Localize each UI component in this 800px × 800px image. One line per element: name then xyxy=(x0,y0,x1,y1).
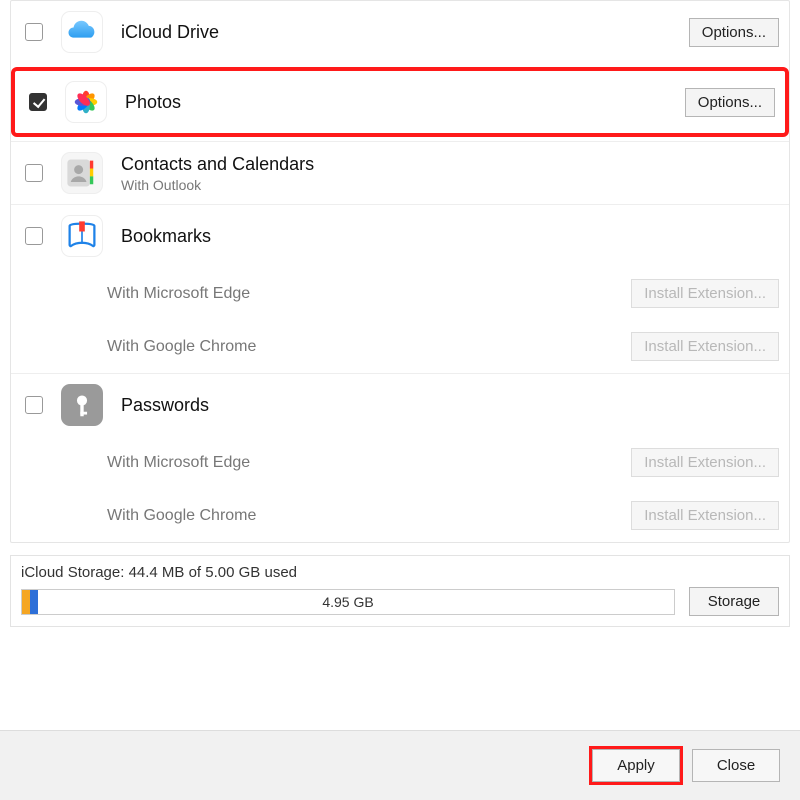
icloud-drive-icon xyxy=(61,11,103,53)
photos-icon xyxy=(65,81,107,123)
label-icloud-drive: iCloud Drive xyxy=(121,22,671,43)
passwords-chrome-row: With Google Chrome Install Extension... xyxy=(11,489,789,542)
passwords-edge-row: With Microsoft Edge Install Extension... xyxy=(11,436,789,489)
label-contacts: Contacts and Calendars With Outlook xyxy=(121,154,779,193)
label-passwords: Passwords xyxy=(121,395,779,416)
storage-bar: 4.95 GB xyxy=(21,589,675,615)
checkbox-bookmarks[interactable] xyxy=(25,227,43,245)
row-contacts: Contacts and Calendars With Outlook xyxy=(11,141,789,204)
checkbox-contacts[interactable] xyxy=(25,164,43,182)
storage-seg-photos xyxy=(22,590,30,614)
row-icloud-drive: iCloud Drive Options... xyxy=(11,1,789,63)
storage-bar-row: 4.95 GB Storage xyxy=(21,587,779,616)
row-photos: Photos Options... xyxy=(11,67,789,137)
passwords-edge-label: With Microsoft Edge xyxy=(107,454,621,472)
footer: Apply Close xyxy=(0,730,800,800)
storage-seg-docs xyxy=(30,590,38,614)
label-photos: Photos xyxy=(125,92,667,113)
label-bookmarks: Bookmarks xyxy=(121,226,779,247)
install-passwords-chrome[interactable]: Install Extension... xyxy=(631,501,779,530)
bookmarks-chrome-row: With Google Chrome Install Extension... xyxy=(11,320,789,373)
label-contacts-title: Contacts and Calendars xyxy=(121,154,779,175)
storage-label: iCloud Storage: 44.4 MB of 5.00 GB used xyxy=(21,564,779,581)
row-bookmarks: Bookmarks xyxy=(11,204,789,267)
checkbox-photos[interactable] xyxy=(29,93,47,111)
passwords-icon xyxy=(61,384,103,426)
install-passwords-edge[interactable]: Install Extension... xyxy=(631,448,779,477)
checkbox-icloud-drive[interactable] xyxy=(25,23,43,41)
options-photos[interactable]: Options... xyxy=(685,88,775,117)
apply-button[interactable]: Apply xyxy=(592,749,680,782)
bookmarks-edge-label: With Microsoft Edge xyxy=(107,285,621,303)
install-bookmarks-edge[interactable]: Install Extension... xyxy=(631,279,779,308)
options-icloud-drive[interactable]: Options... xyxy=(689,18,779,47)
bookmarks-edge-row: With Microsoft Edge Install Extension... xyxy=(11,267,789,320)
passwords-chrome-label: With Google Chrome xyxy=(107,507,621,525)
bookmarks-chrome-label: With Google Chrome xyxy=(107,338,621,356)
bookmarks-icon xyxy=(61,215,103,257)
close-button[interactable]: Close xyxy=(692,749,780,782)
label-contacts-sub: With Outlook xyxy=(121,177,779,193)
install-bookmarks-chrome[interactable]: Install Extension... xyxy=(631,332,779,361)
checkbox-passwords[interactable] xyxy=(25,396,43,414)
services-list: iCloud Drive Options... xyxy=(10,0,790,543)
panel: iCloud Drive Options... xyxy=(0,0,800,627)
row-passwords: Passwords xyxy=(11,373,789,436)
storage-button[interactable]: Storage xyxy=(689,587,779,616)
storage-remaining: 4.95 GB xyxy=(322,594,373,610)
storage-box: iCloud Storage: 44.4 MB of 5.00 GB used … xyxy=(10,555,790,627)
contacts-calendars-icon xyxy=(61,152,103,194)
